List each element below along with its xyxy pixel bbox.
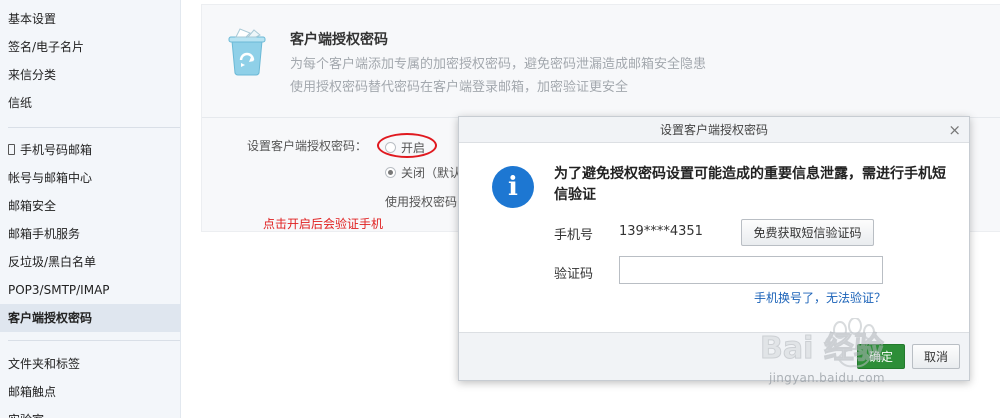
sidebar-item-client-auth-password[interactable]: 客户端授权密码 — [0, 304, 181, 332]
phone-label: 手机号 — [554, 228, 594, 243]
sidebar-item-mail-touchpoints[interactable]: 邮箱触点 — [0, 378, 181, 406]
sidebar-item-lab[interactable]: 实验室 — [0, 406, 181, 418]
radio-disable[interactable]: 关闭（默认 — [385, 164, 461, 181]
panel-description: 为每个客户端添加专属的加密授权密码，避免密码泄漏造成邮箱安全隐患 — [290, 57, 707, 72]
auth-password-label: 设置客户端授权密码： — [247, 139, 368, 153]
watermark-url: jingyan.baidu.com — [769, 371, 885, 385]
sidebar-item-stationery[interactable]: 信纸 — [0, 89, 181, 117]
get-sms-code-button[interactable]: 免费获取短信验证码 — [741, 219, 874, 246]
phone-icon — [8, 144, 15, 155]
sidebar-group-account: 手机号码邮箱 帐号与邮箱中心 邮箱安全 邮箱手机服务 反垃圾/黑白名单 POP3… — [0, 136, 181, 332]
verification-code-input[interactable] — [619, 256, 883, 284]
sidebar-item-pop3-smtp-imap[interactable]: POP3/SMTP/IMAP — [0, 276, 181, 304]
sidebar-item-phone-service[interactable]: 邮箱手机服务 — [0, 220, 181, 248]
sidebar-item-account-center[interactable]: 帐号与邮箱中心 — [0, 164, 181, 192]
sidebar-item-mail-security[interactable]: 邮箱安全 — [0, 192, 181, 220]
panel-description: 使用授权密码替代密码在客户端登录邮箱，加密验证更安全 — [290, 80, 629, 95]
sidebar-item-phone-mailbox[interactable]: 手机号码邮箱 — [0, 136, 181, 164]
radio-circle-checked — [385, 167, 396, 178]
sidebar-item-mail-filter[interactable]: 来信分类 — [0, 61, 181, 89]
dialog-message: 为了避免授权密码设置可能造成的重要信息泄露，需进行手机短信验证 — [554, 166, 946, 203]
sidebar-item-label: 手机号码邮箱 — [20, 143, 93, 157]
sidebar-group-folders: 文件夹和标签 邮箱触点 实验室 — [0, 350, 181, 418]
confirm-button[interactable]: 确定 — [857, 344, 905, 369]
sidebar-item-signature[interactable]: 签名/电子名片 — [0, 33, 181, 61]
radio-disable-label: 关闭（默认 — [401, 166, 462, 180]
sidebar-divider — [8, 340, 180, 341]
sms-verify-dialog: 设置客户端授权密码 × i 为了避免授权密码设置可能造成的重要信息泄露，需进行手… — [458, 116, 970, 381]
info-icon: i — [492, 166, 534, 208]
usage-text: 使用授权密码 — [385, 195, 458, 209]
dialog-title: 设置客户端授权密码 — [659, 123, 768, 137]
code-label: 验证码 — [554, 267, 594, 282]
cannot-verify-link[interactable]: 手机换号了，无法验证？ — [754, 289, 886, 306]
sidebar-item-basic-settings[interactable]: 基本设置 — [0, 5, 181, 33]
dialog-footer: 确定 取消 — [459, 332, 969, 380]
panel-title: 客户端授权密码 — [290, 32, 388, 48]
verify-phone-hint: 点击开启后会验证手机 — [263, 217, 384, 231]
phone-number: 139****4351 — [619, 224, 703, 239]
close-icon[interactable]: × — [948, 117, 961, 143]
sidebar-divider — [8, 127, 180, 128]
sidebar-item-spam-list[interactable]: 反垃圾/黑白名单 — [0, 248, 181, 276]
highlight-ellipse — [377, 133, 437, 158]
sidebar-item-folders-labels[interactable]: 文件夹和标签 — [0, 350, 181, 378]
dialog-header: 设置客户端授权密码 × — [459, 117, 969, 143]
settings-sidebar: 基本设置 签名/电子名片 来信分类 信纸 手机号码邮箱 帐号与邮箱中心 邮箱安全… — [0, 0, 181, 418]
sidebar-group-basic: 基本设置 签名/电子名片 来信分类 信纸 — [0, 5, 181, 117]
cancel-button[interactable]: 取消 — [912, 344, 960, 369]
recycle-bin-icon — [228, 28, 266, 76]
